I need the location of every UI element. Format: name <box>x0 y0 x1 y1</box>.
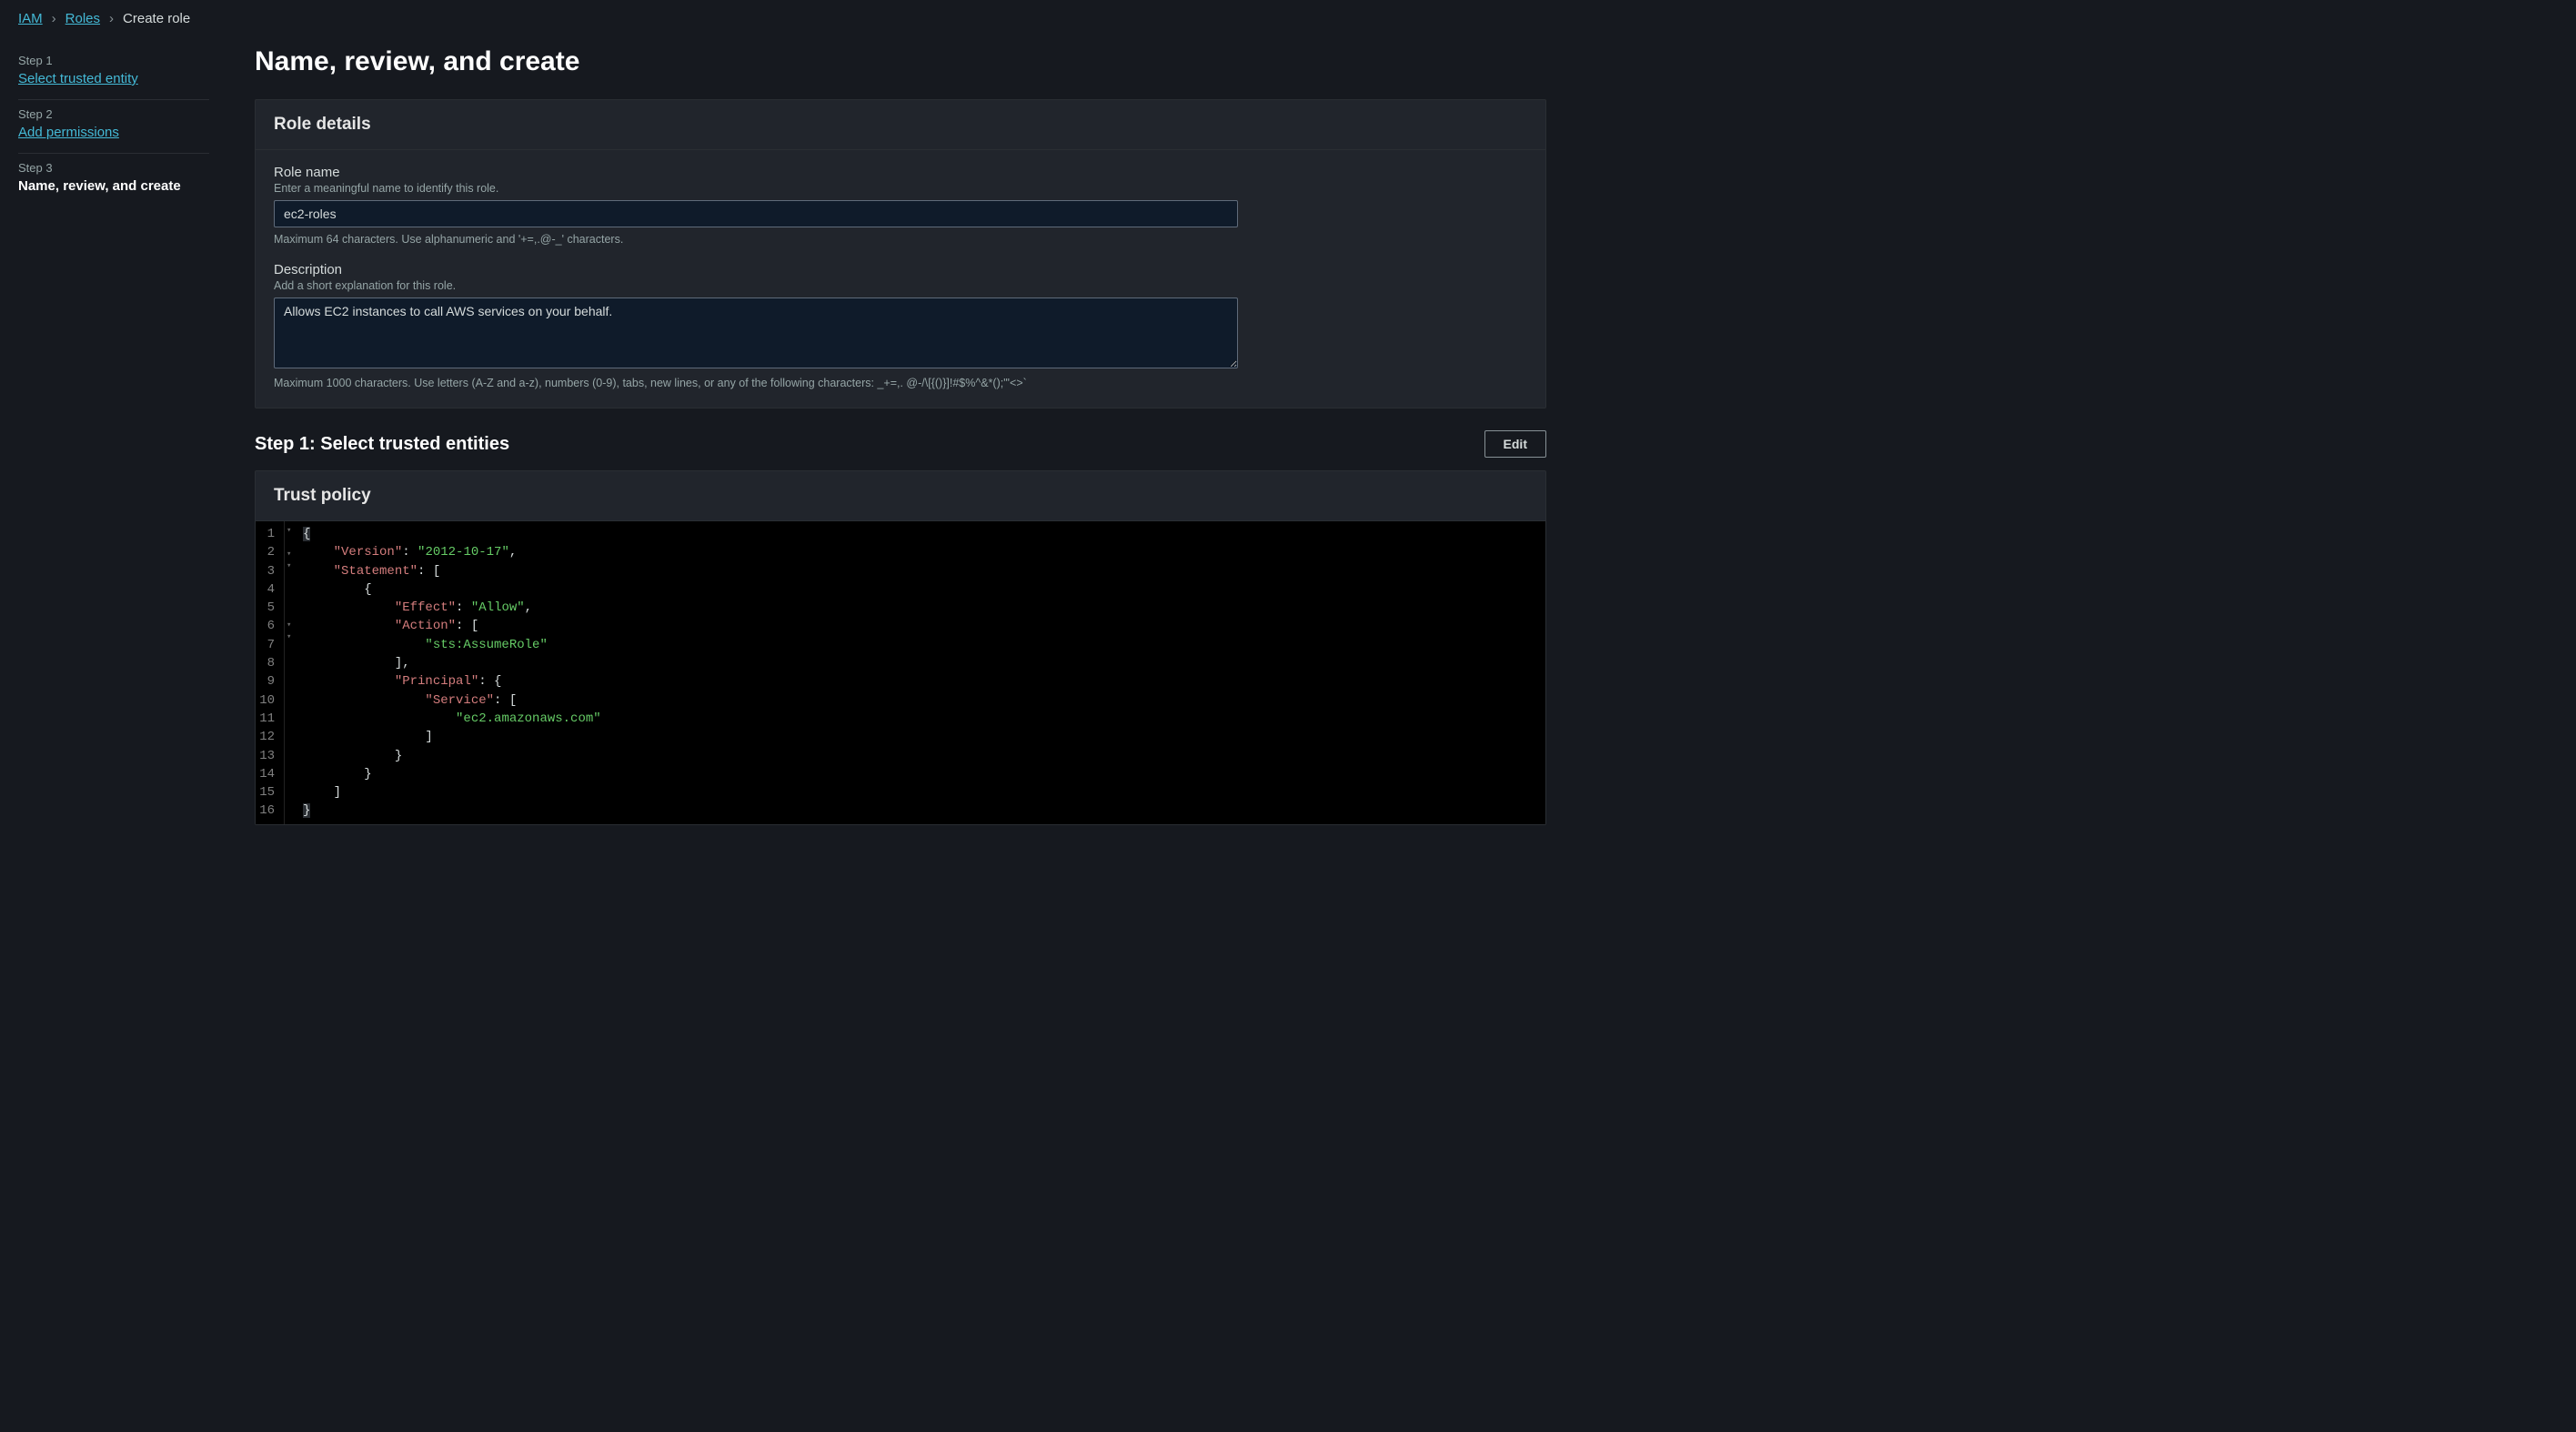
description-field: Description Add a short explanation for … <box>274 262 1238 389</box>
page-title: Name, review, and create <box>255 46 1546 77</box>
chevron-right-icon: › <box>109 11 114 26</box>
wizard-steps: Step 1 Select trusted entity Step 2 Add … <box>0 37 227 1432</box>
wizard-step-1[interactable]: Step 1 Select trusted entity <box>18 46 209 99</box>
step-title[interactable]: Add permissions <box>18 125 119 140</box>
description-textarea[interactable] <box>274 297 1238 368</box>
breadcrumb-current: Create role <box>123 11 190 26</box>
line-gutter: 12345678910111213141516 <box>256 521 285 824</box>
trust-policy-editor[interactable]: 12345678910111213141516 ▾▾▾▾▾ { "Version… <box>256 521 1545 824</box>
step1-header-row: Step 1: Select trusted entities Edit <box>255 430 1546 458</box>
section-title: Step 1: Select trusted entities <box>255 434 509 455</box>
wizard-step-3: Step 3 Name, review, and create <box>18 154 209 207</box>
field-constraint: Maximum 64 characters. Use alphanumeric … <box>274 233 1238 246</box>
breadcrumb: IAM › Roles › Create role <box>0 0 2576 37</box>
wizard-step-2[interactable]: Step 2 Add permissions <box>18 100 209 153</box>
field-constraint: Maximum 1000 characters. Use letters (A-… <box>274 377 1238 389</box>
step-label: Step 3 <box>18 161 209 175</box>
step-title: Name, review, and create <box>18 178 181 194</box>
fold-column: ▾▾▾▾▾ <box>285 521 296 824</box>
field-label: Description <box>274 262 1238 277</box>
chevron-right-icon: › <box>52 11 56 26</box>
role-name-field: Role name Enter a meaningful name to ide… <box>274 165 1238 246</box>
main-content: Name, review, and create Role details Ro… <box>227 37 1574 1432</box>
role-name-input[interactable] <box>274 200 1238 227</box>
step-label: Step 2 <box>18 107 209 121</box>
edit-button[interactable]: Edit <box>1484 430 1546 458</box>
code-content[interactable]: { "Version": "2012-10-17", "Statement": … <box>296 521 609 824</box>
panel-title: Trust policy <box>274 486 1527 506</box>
step-title[interactable]: Select trusted entity <box>18 71 138 86</box>
step-label: Step 1 <box>18 54 209 67</box>
panel-title: Role details <box>274 115 1527 135</box>
field-label: Role name <box>274 165 1238 180</box>
field-hint: Enter a meaningful name to identify this… <box>274 182 1238 195</box>
trust-policy-panel: Trust policy 12345678910111213141516 ▾▾▾… <box>255 470 1546 825</box>
breadcrumb-iam[interactable]: IAM <box>18 11 43 26</box>
role-details-panel: Role details Role name Enter a meaningfu… <box>255 99 1546 408</box>
field-hint: Add a short explanation for this role. <box>274 279 1238 292</box>
breadcrumb-roles[interactable]: Roles <box>65 11 100 26</box>
